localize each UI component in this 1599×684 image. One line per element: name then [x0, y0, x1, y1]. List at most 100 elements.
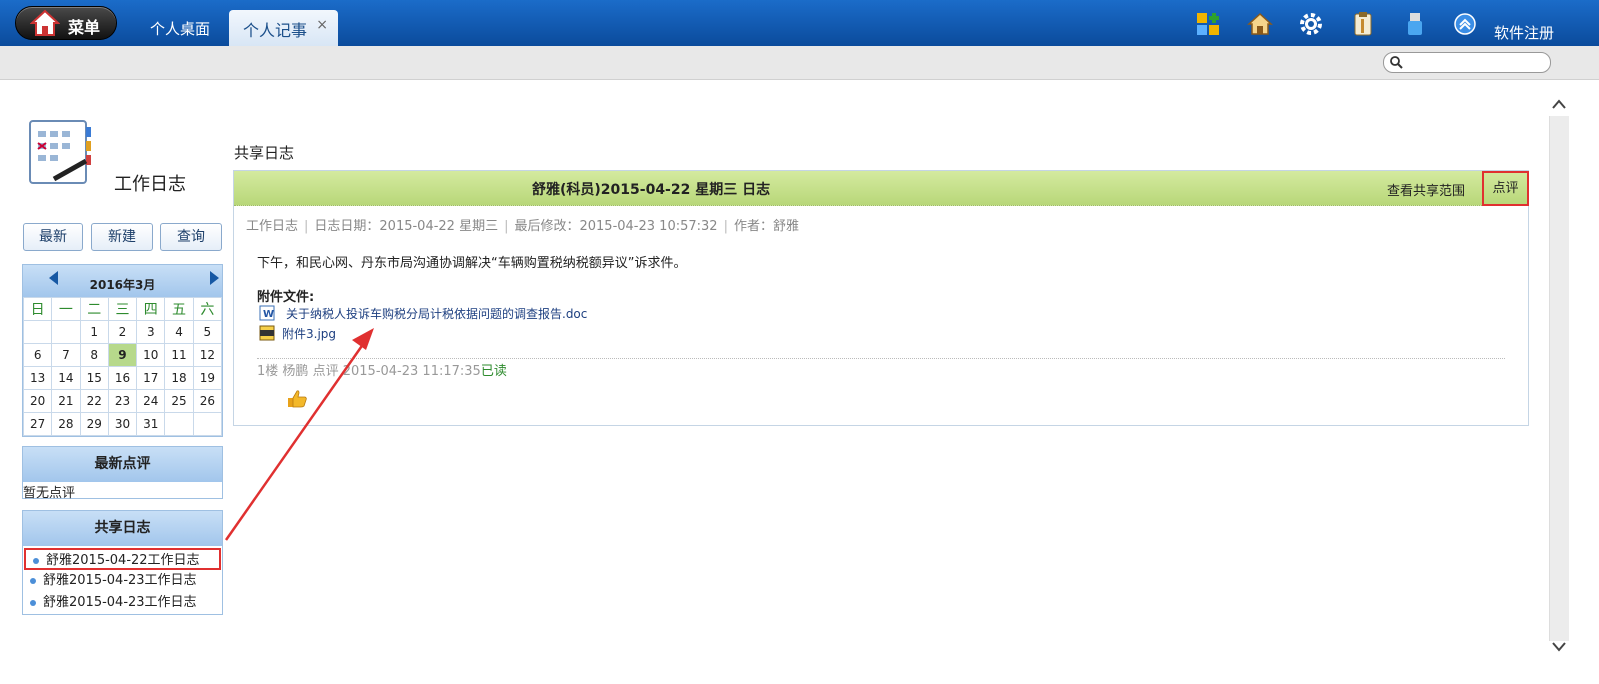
- tab-desktop-label: 个人桌面: [150, 20, 211, 38]
- attachments-label: 附件文件:: [257, 290, 315, 305]
- calendar-day[interactable]: 16: [107, 366, 138, 390]
- calendar-empty-cell: [51, 320, 81, 344]
- shared-logs-panel: 共享日志 舒雅2015-04-22工作日志 舒雅2015-04-23工作日志 舒…: [22, 510, 223, 615]
- settings-icon[interactable]: [1298, 11, 1324, 37]
- calendar-day[interactable]: 5: [192, 320, 223, 344]
- shared-log-item[interactable]: 舒雅2015-04-22工作日志: [24, 548, 221, 570]
- apps-icon[interactable]: [1195, 11, 1221, 37]
- scrollbar-track[interactable]: [1549, 116, 1569, 641]
- latest-button[interactable]: 最新: [23, 223, 83, 251]
- word-doc-icon: W: [259, 305, 275, 321]
- weekday-label: 四: [136, 297, 166, 321]
- log-modified: 最后修改：2015-04-23 10:57:32: [514, 219, 718, 234]
- calendar-day[interactable]: 23: [107, 389, 138, 413]
- scroll-down-icon[interactable]: [1552, 642, 1566, 652]
- log-type: 工作日志: [246, 219, 299, 234]
- calendar-day[interactable]: 29: [79, 412, 109, 436]
- log-date: 日志日期：2015-04-22 星期三: [314, 219, 499, 234]
- search-input[interactable]: [1383, 52, 1551, 73]
- menu-button[interactable]: 菜单: [15, 6, 117, 40]
- latest-comments-panel: 最新点评 暂无点评: [22, 446, 223, 501]
- thumbs-up-icon: [288, 390, 307, 408]
- search-icon: [1390, 56, 1403, 69]
- calendar-empty-cell: [22, 320, 53, 344]
- log-author: 作者：舒雅: [733, 219, 799, 234]
- calendar-day[interactable]: 17: [136, 366, 166, 390]
- bullet-icon: [30, 600, 36, 606]
- calendar-day[interactable]: 20: [22, 389, 53, 413]
- next-month-icon[interactable]: [210, 271, 219, 285]
- calendar-day[interactable]: 19: [192, 366, 223, 390]
- calendar-day[interactable]: 21: [51, 389, 81, 413]
- reply-time: 2015-04-23 11:17:35: [342, 364, 481, 379]
- calendar-day[interactable]: 9: [107, 343, 138, 367]
- calendar-day[interactable]: 31: [136, 412, 166, 436]
- weekday-label: 三: [107, 297, 138, 321]
- read-status: 已读: [480, 364, 507, 379]
- calendar-day[interactable]: 6: [22, 343, 53, 367]
- calendar-day[interactable]: 2: [107, 320, 138, 344]
- calendar-empty-cell: [192, 412, 223, 436]
- shared-logs-title: 共享日志: [23, 511, 222, 546]
- calendar-day[interactable]: 8: [79, 343, 109, 367]
- calendar-day[interactable]: 7: [51, 343, 81, 367]
- divider: [257, 358, 1505, 359]
- shared-log-item[interactable]: 舒雅2015-04-23工作日志: [23, 570, 222, 592]
- new-button[interactable]: 新建: [91, 223, 153, 251]
- calendar-month-title: 2016年3月: [89, 278, 156, 292]
- home-icon[interactable]: [1247, 11, 1273, 37]
- week-row: 20 21 22 23 24 25 26: [22, 389, 223, 413]
- clipboard-icon[interactable]: [1350, 11, 1376, 37]
- shared-logs-list: 舒雅2015-04-22工作日志 舒雅2015-04-23工作日志 舒雅2015…: [23, 546, 222, 618]
- software-register-link[interactable]: 软件注册: [1494, 22, 1554, 43]
- svg-text:W: W: [263, 309, 274, 320]
- tab-personal-notes[interactable]: 个人记事 ×: [229, 10, 338, 46]
- view-share-scope-link[interactable]: 查看共享范围: [1387, 180, 1465, 199]
- calendar-day[interactable]: 3: [136, 320, 166, 344]
- attachment-name: 关于纳税人投诉车购税分局计税依据问题的调查报告.doc: [286, 307, 588, 321]
- week-row: 13 14 15 16 17 18 19: [22, 366, 223, 390]
- query-button[interactable]: 查询: [160, 223, 222, 251]
- calendar-day[interactable]: 10: [136, 343, 166, 367]
- scroll-up-icon[interactable]: [1552, 99, 1566, 109]
- collapse-up-icon[interactable]: [1452, 11, 1478, 37]
- section-title: 共享日志: [234, 144, 295, 162]
- jpg-file-icon: [259, 325, 275, 341]
- calendar-header: 2016年3月: [23, 265, 222, 297]
- shared-log-item[interactable]: 舒雅2015-04-23工作日志: [23, 592, 222, 614]
- close-tab-icon[interactable]: ×: [316, 17, 328, 33]
- log-card-header: 舒雅(科员)2015-04-22 星期三 日志 查看共享范围 点评: [234, 171, 1529, 206]
- top-bar: 菜单 个人桌面 个人记事 × 软件注册: [0, 0, 1599, 46]
- calendar-day[interactable]: 26: [192, 389, 223, 413]
- bullet-icon: [33, 558, 39, 564]
- week-row: 12345: [22, 320, 223, 344]
- comment-reply: 1楼 杨鹏 点评 2015-04-23 11:17:35已读: [257, 360, 507, 379]
- log-title: 舒雅(科员)2015-04-22 星期三 日志: [532, 182, 771, 198]
- calendar-day[interactable]: 27: [22, 412, 53, 436]
- calendar-day[interactable]: 15: [79, 366, 109, 390]
- calendar: 2016年3月 日一二三四五六 1 2 3 4 5 6 7 8 9 10 11 12 13 14 15 16 17…: [22, 264, 223, 437]
- calendar-day[interactable]: 11: [164, 343, 194, 367]
- calendar-day[interactable]: 4: [164, 320, 194, 344]
- comment-button[interactable]: 点评: [1482, 171, 1529, 206]
- calendar-day[interactable]: 12: [192, 343, 223, 367]
- weekday-label: 六: [192, 297, 223, 321]
- vertical-scrollbar[interactable]: [1549, 81, 1599, 684]
- calendar-day[interactable]: 22: [79, 389, 109, 413]
- log-body: 下午，和民心网、丹东市局沟通协调解决“车辆购置税纳税额异议”诉求件。: [257, 256, 687, 271]
- calendar-day[interactable]: 25: [164, 389, 194, 413]
- calendar-day[interactable]: 24: [136, 389, 166, 413]
- usb-icon[interactable]: [1402, 11, 1428, 37]
- calendar-day[interactable]: 14: [51, 366, 81, 390]
- work-log-logo-icon: [29, 120, 91, 184]
- calendar-day[interactable]: 30: [107, 412, 138, 436]
- shared-log-label: 舒雅2015-04-22工作日志: [46, 553, 200, 568]
- calendar-day[interactable]: 1: [79, 320, 109, 344]
- calendar-day[interactable]: 18: [164, 366, 194, 390]
- attachment-name: 附件3.jpg: [282, 327, 337, 341]
- shared-log-label: 舒雅2015-04-23工作日志: [43, 573, 197, 588]
- weekday-row: 日一二三四五六: [22, 297, 223, 321]
- calendar-day[interactable]: 28: [51, 412, 81, 436]
- calendar-day[interactable]: 13: [22, 366, 53, 390]
- toolbar-strip: [0, 46, 1599, 80]
